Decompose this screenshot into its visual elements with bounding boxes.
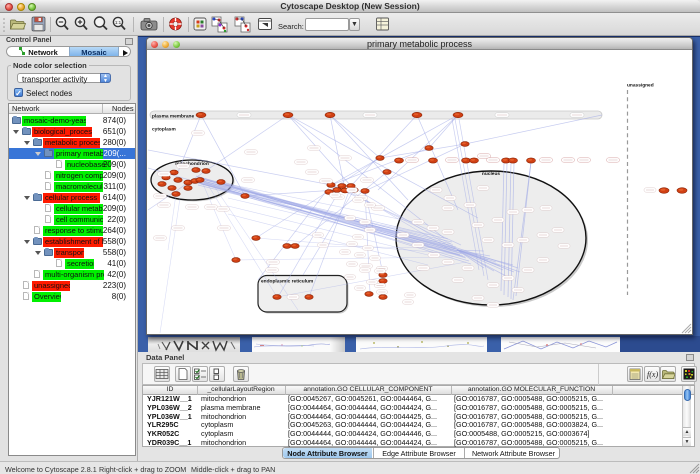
svg-text:1:1: 1:1: [115, 20, 122, 25]
svg-text:plasma membrane: plasma membrane: [152, 114, 194, 120]
svg-text:cytoplasm: cytoplasm: [152, 127, 176, 133]
svg-text:unassigned: unassigned: [627, 83, 654, 89]
svg-text:f(x): f(x): [647, 370, 658, 379]
svg-text:nucleus: nucleus: [482, 171, 500, 177]
